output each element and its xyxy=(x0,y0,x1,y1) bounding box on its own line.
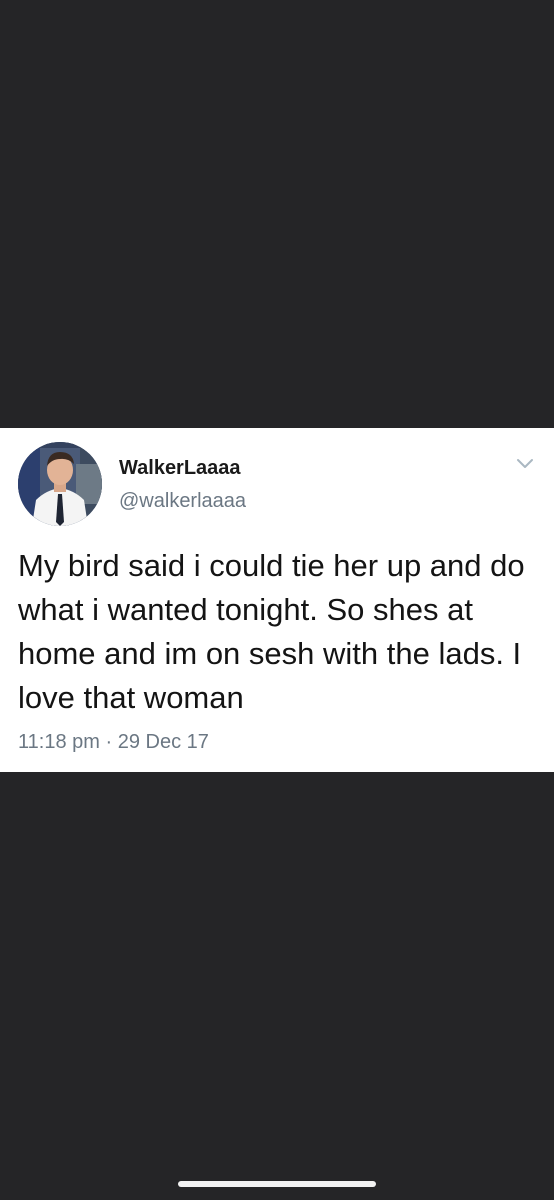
timestamp-separator: · xyxy=(105,731,113,753)
profile-photo-icon xyxy=(18,442,102,526)
tweet-timestamp[interactable]: 11:18 pm · 29 Dec 17 xyxy=(18,730,209,754)
avatar[interactable] xyxy=(18,442,102,526)
tweet-card: WalkerLaaaa @walkerlaaaa My bird said i … xyxy=(0,428,554,772)
tweet-date: 29 Dec 17 xyxy=(117,731,209,753)
user-handle[interactable]: @walkerlaaaa xyxy=(119,489,246,513)
display-name[interactable]: WalkerLaaaa xyxy=(119,456,241,480)
tweet-time: 11:18 pm xyxy=(18,731,100,753)
screen: { "tweet": { "display_name": "WalkerLaaa… xyxy=(0,0,554,1200)
home-indicator[interactable] xyxy=(178,1181,376,1187)
tweet-menu-button[interactable] xyxy=(510,452,540,476)
chevron-down-icon xyxy=(517,459,533,468)
tweet-text: My bird said i could tie her up and do w… xyxy=(18,548,525,715)
